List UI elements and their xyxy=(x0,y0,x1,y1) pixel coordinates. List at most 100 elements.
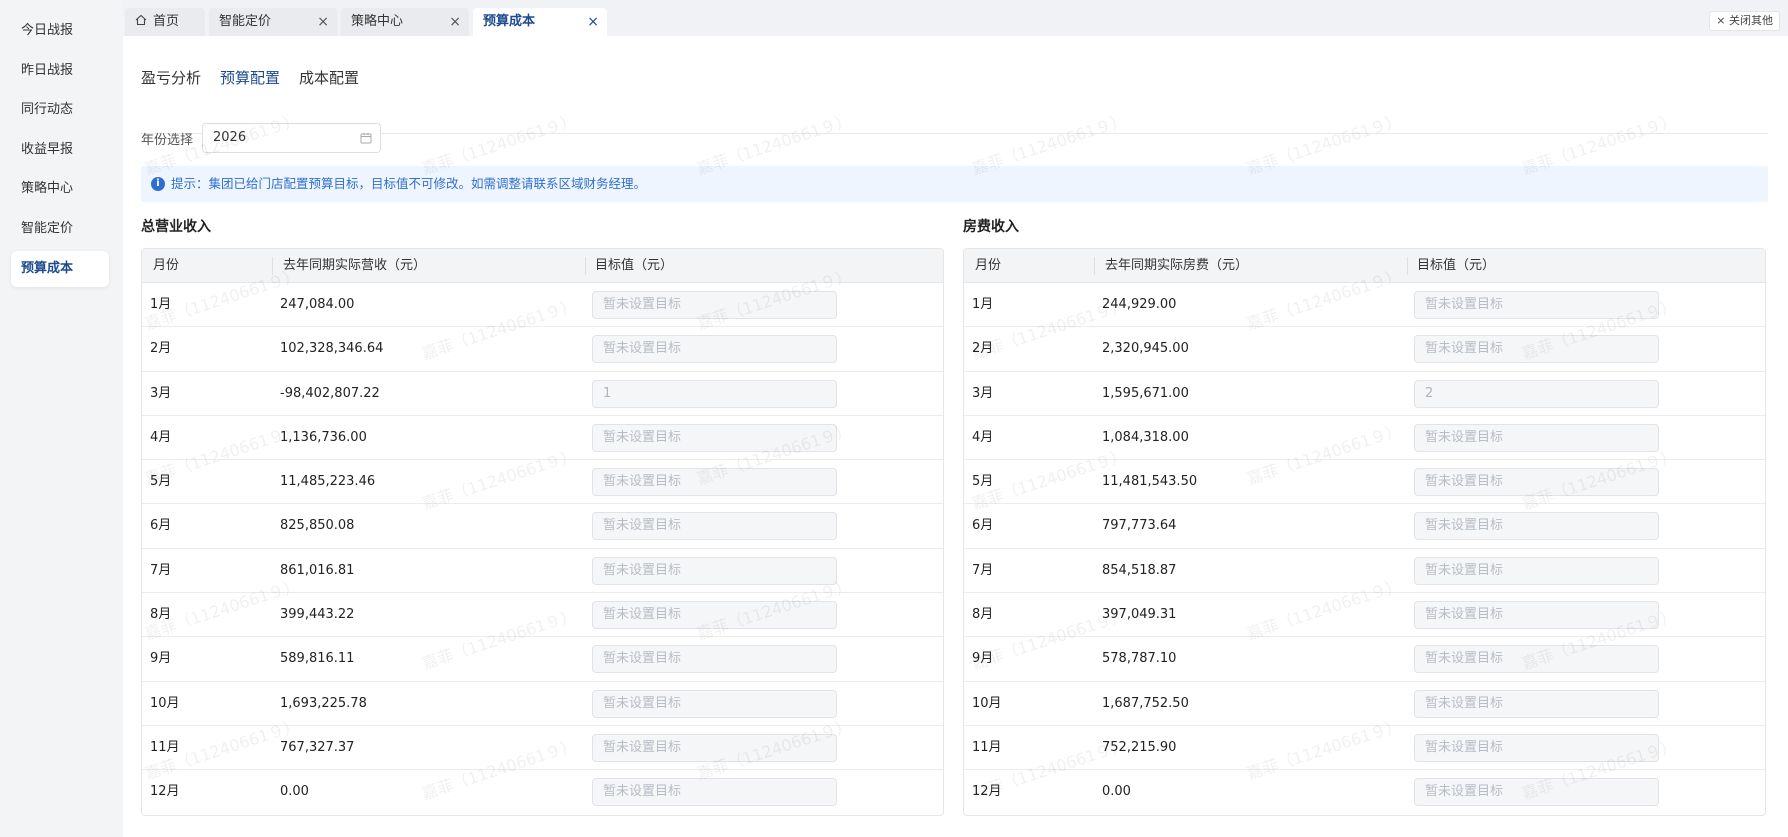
room-revenue-table: 月份 去年同期实际房费（元） 目标值（元） 1月 244,929.00 暂未设置目标… xyxy=(963,248,1766,816)
table-row: 9月 578,787.10 暂未设置目标 xyxy=(964,637,1765,682)
close-others-button[interactable]: × 关闭其他 xyxy=(1709,11,1780,31)
month-cell: 4月 xyxy=(972,429,994,445)
page-tab-bar: 首页 智能定价 × 策略中心 × 预算成本 × × 关闭其他 xyxy=(123,0,1788,36)
tab-home[interactable]: 首页 xyxy=(125,8,205,36)
month-cell: 11月 xyxy=(150,739,180,755)
month-cell: 6月 xyxy=(972,518,994,534)
target-value-input[interactable]: 2 xyxy=(1414,379,1659,408)
year-select-label: 年份选择 xyxy=(141,133,194,148)
target-value-input[interactable]: 暂未设置目标 xyxy=(1414,423,1659,452)
last-year-value-cell: 247,084.00 xyxy=(280,297,355,312)
target-value-input[interactable]: 暂未设置目标 xyxy=(592,468,837,497)
last-year-value-cell: 752,215.90 xyxy=(1102,739,1177,755)
revenue-table-body: 1月 247,084.00 暂未设置目标 2月 102,328,346.64 暂未设置目标… xyxy=(142,283,943,815)
sidebar-item-smart-pricing[interactable]: 智能定价 xyxy=(11,211,109,247)
target-value-input[interactable]: 暂未设置目标 xyxy=(1414,291,1659,319)
target-value-input[interactable]: 暂未设置目标 xyxy=(1414,512,1659,541)
tab-strategy-center-label: 策略中心 xyxy=(351,14,404,29)
sidebar-item-strategy-center[interactable]: 策略中心 xyxy=(11,171,109,207)
subtab-profit-loss[interactable]: 盈亏分析 xyxy=(141,62,201,134)
sidebar-item-today-report[interactable]: 今日战报 xyxy=(11,13,109,49)
table-row: 6月 825,850.08 暂未设置目标 xyxy=(142,504,943,549)
last-year-value-cell: 578,787.10 xyxy=(1102,651,1177,667)
column-header-last-year: 去年同期实际房费（元） xyxy=(1105,258,1249,273)
last-year-value-cell: 0.00 xyxy=(280,784,309,800)
close-others-label: 关闭其他 xyxy=(1729,14,1773,27)
target-value-input[interactable]: 暂未设置目标 xyxy=(592,778,837,807)
table-row: 7月 854,518.87 暂未设置目标 xyxy=(964,549,1765,594)
close-icon[interactable]: × xyxy=(587,8,599,36)
room-revenue-table-body: 1月 244,929.00 暂未设置目标 2月 2,320,945.00 暂未设置目标 3月… xyxy=(964,283,1765,815)
month-cell: 1月 xyxy=(972,297,994,312)
year-picker[interactable]: 2026 xyxy=(202,123,381,153)
last-year-value-cell: 11,481,543.50 xyxy=(1102,474,1198,490)
sidebar-item-budget-cost[interactable]: 预算成本 xyxy=(11,251,109,287)
target-value-input[interactable]: 暂未设置目标 xyxy=(1414,778,1659,807)
last-year-value-cell: 767,327.37 xyxy=(280,739,355,755)
info-icon: i xyxy=(151,177,165,191)
target-value-input[interactable]: 暂未设置目标 xyxy=(592,335,837,364)
revenue-table: 月份 去年同期实际营收（元） 目标值（元） 1月 247,084.00 暂未设置目标… xyxy=(141,248,944,816)
month-cell: 9月 xyxy=(150,651,172,667)
last-year-value-cell: 1,687,752.50 xyxy=(1102,695,1189,711)
last-year-value-cell: 399,443.22 xyxy=(280,607,355,623)
target-value-input[interactable]: 暂未设置目标 xyxy=(1414,689,1659,718)
target-value-input[interactable]: 1 xyxy=(592,379,837,408)
target-value-input[interactable]: 暂未设置目标 xyxy=(1414,468,1659,497)
month-cell: 9月 xyxy=(972,651,994,667)
last-year-value-cell: 854,518.87 xyxy=(1102,562,1177,578)
close-icon[interactable]: × xyxy=(317,8,329,36)
sidebar: 今日战报 昨日战报 同行动态 收益早报 策略中心 智能定价 预算成本 xyxy=(0,0,123,837)
target-value-input[interactable]: 暂未设置目标 xyxy=(592,733,837,762)
month-cell: 3月 xyxy=(972,385,994,401)
target-value-input[interactable]: 暂未设置目标 xyxy=(592,556,837,585)
target-value-input[interactable]: 暂未设置目标 xyxy=(592,645,837,674)
table-row: 3月 -98,402,807.22 1 xyxy=(142,372,943,416)
tab-budget-cost[interactable]: 预算成本 × xyxy=(473,8,607,36)
target-value-input[interactable]: 暂未设置目标 xyxy=(592,291,837,319)
target-value-input[interactable]: 暂未设置目标 xyxy=(592,512,837,541)
year-value: 2026 xyxy=(213,130,247,145)
last-year-value-cell: 1,084,318.00 xyxy=(1102,429,1189,445)
table-row: 5月 11,481,543.50 暂未设置目标 xyxy=(964,460,1765,505)
month-cell: 10月 xyxy=(150,695,180,711)
month-cell: 8月 xyxy=(972,607,994,623)
tab-strategy-center[interactable]: 策略中心 × xyxy=(341,8,469,36)
table-row: 8月 399,443.22 暂未设置目标 xyxy=(142,593,943,638)
target-value-input[interactable]: 暂未设置目标 xyxy=(1414,335,1659,364)
tab-smart-pricing[interactable]: 智能定价 × xyxy=(209,8,337,36)
target-value-input[interactable]: 暂未设置目标 xyxy=(592,601,837,630)
table-row: 11月 752,215.90 暂未设置目标 xyxy=(964,726,1765,771)
target-value-input[interactable]: 暂未设置目标 xyxy=(1414,601,1659,630)
alert-text: 提示：集团已给门店配置预算目标，目标值不可修改。如需调整请联系区域财务经理。 xyxy=(171,176,647,191)
month-cell: 4月 xyxy=(150,429,172,445)
target-value-input[interactable]: 暂未设置目标 xyxy=(1414,645,1659,674)
last-year-value-cell: 1,136,736.00 xyxy=(280,429,367,445)
target-value-input[interactable]: 暂未设置目标 xyxy=(1414,733,1659,762)
target-value-input[interactable]: 暂未设置目标 xyxy=(592,423,837,452)
column-header-month: 月份 xyxy=(153,258,180,273)
tab-smart-pricing-label: 智能定价 xyxy=(219,14,272,29)
target-value-input[interactable]: 暂未设置目标 xyxy=(1414,556,1659,585)
table-row: 3月 1,595,671.00 2 xyxy=(964,372,1765,416)
last-year-value-cell: 797,773.64 xyxy=(1102,518,1177,534)
last-year-value-cell: 825,850.08 xyxy=(280,518,355,534)
table-row: 12月 0.00 暂未设置目标 xyxy=(964,770,1765,814)
last-year-value-cell: 861,016.81 xyxy=(280,562,355,578)
sidebar-item-yesterday-report[interactable]: 昨日战报 xyxy=(11,53,109,89)
room-revenue-section-title: 房费收入 xyxy=(963,219,1019,235)
month-cell: 12月 xyxy=(972,784,1002,800)
last-year-value-cell: -98,402,807.22 xyxy=(280,385,380,401)
target-value-input[interactable]: 暂未设置目标 xyxy=(592,689,837,718)
last-year-value-cell: 0.00 xyxy=(1102,784,1131,800)
column-header-last-year: 去年同期实际营收（元） xyxy=(283,258,427,273)
month-cell: 3月 xyxy=(150,385,172,401)
table-row: 8月 397,049.31 暂未设置目标 xyxy=(964,593,1765,638)
close-icon[interactable]: × xyxy=(449,8,461,36)
last-year-value-cell: 244,929.00 xyxy=(1102,297,1177,312)
sidebar-item-revenue-morning-report[interactable]: 收益早报 xyxy=(11,132,109,168)
sidebar-item-peer-dynamics[interactable]: 同行动态 xyxy=(11,92,109,128)
last-year-value-cell: 1,595,671.00 xyxy=(1102,385,1189,401)
month-cell: 8月 xyxy=(150,607,172,623)
month-cell: 5月 xyxy=(972,474,994,490)
